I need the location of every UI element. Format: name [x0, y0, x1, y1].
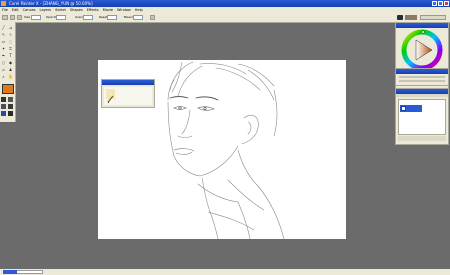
- pattern-selector-icon[interactable]: [8, 97, 13, 102]
- bleed-field[interactable]: [133, 15, 143, 20]
- layer-thumbnail: [401, 106, 406, 111]
- paint-bucket-tool-icon[interactable]: ◆: [8, 60, 13, 65]
- layers-panel-buttons[interactable]: [398, 136, 446, 141]
- brush-preset-icon[interactable]: [2, 15, 8, 20]
- saturation-triangle: [415, 39, 433, 61]
- brush-shape-icon[interactable]: [10, 15, 15, 20]
- layers-panel: [395, 88, 449, 145]
- weave-selector-icon[interactable]: [8, 111, 13, 116]
- opacity-field[interactable]: [56, 15, 66, 20]
- size-field[interactable]: [31, 15, 41, 20]
- brush-tool-icon[interactable]: ╱: [1, 25, 6, 30]
- toolbox: ╱ ⊿ ↖ ⊹ ▭ ◌ ✦ ⌗ ✒ T ○ ◆ ▱ ♟ ⌕ ✋: [0, 22, 16, 122]
- layer-row-selected[interactable]: [400, 105, 422, 112]
- dropper-tool-icon[interactable]: ⊿: [8, 25, 13, 30]
- close-button[interactable]: [444, 1, 449, 6]
- lasso-tool-icon[interactable]: ◌: [8, 39, 13, 44]
- app-icon: [1, 1, 6, 6]
- layer-adjuster-tool-icon[interactable]: ↖: [1, 32, 6, 37]
- rectangle-select-tool-icon[interactable]: ▭: [1, 39, 6, 44]
- gradient-selector-icon[interactable]: [1, 104, 6, 109]
- size-label: Size: [24, 15, 31, 19]
- floating-palette-titlebar[interactable]: [102, 80, 154, 85]
- transform-tool-icon[interactable]: ⊹: [8, 32, 13, 37]
- grain-label: Grain: [75, 15, 84, 19]
- minimize-button[interactable]: [432, 1, 437, 6]
- look-selector-icon[interactable]: [1, 111, 6, 116]
- brush-selector-icon[interactable]: [397, 15, 403, 20]
- zoom-slider-fill: [3, 270, 17, 274]
- shape-tool-icon[interactable]: ○: [1, 60, 6, 65]
- bleed-label: Bleed: [124, 15, 133, 19]
- pencil-icon[interactable]: [106, 89, 115, 104]
- layers-panel-toolbar: [396, 94, 448, 97]
- magnifier-tool-icon[interactable]: ⌕: [1, 74, 6, 79]
- mixer-panel: [395, 68, 449, 86]
- property-bar: Size Opacity Grain Resat Bleed: [0, 13, 450, 23]
- layers-list: [398, 99, 446, 135]
- brush-variant-selector[interactable]: [420, 15, 446, 20]
- crop-tool-icon[interactable]: ⌗: [8, 46, 13, 51]
- rubber-stamp-tool-icon[interactable]: ♟: [8, 67, 13, 72]
- resat-field[interactable]: [107, 15, 117, 20]
- window-title: Corel Painter X - [ZHANG_YUN @ 50.00%]: [9, 1, 93, 6]
- window-controls: [432, 1, 449, 6]
- brush-variant-thumbnail[interactable]: [405, 15, 417, 20]
- pen-tool-icon[interactable]: ✒: [1, 53, 6, 58]
- mixer-slider-1[interactable]: [399, 76, 445, 78]
- maximize-button[interactable]: [438, 1, 443, 6]
- mixer-slider-2[interactable]: [399, 80, 445, 82]
- dab-icon[interactable]: [17, 15, 22, 20]
- magic-wand-tool-icon[interactable]: ✦: [1, 46, 6, 51]
- jitter-icon[interactable]: [150, 15, 155, 20]
- grabber-tool-icon[interactable]: ✋: [8, 74, 13, 79]
- mixer-panel-titlebar[interactable]: [396, 69, 448, 74]
- floating-palette[interactable]: [101, 79, 155, 108]
- text-tool-icon[interactable]: T: [8, 53, 13, 58]
- main-color-swatch[interactable]: [2, 84, 14, 94]
- hue-marker: [421, 30, 425, 34]
- status-bar: [0, 269, 450, 275]
- nozzle-selector-icon[interactable]: [8, 104, 13, 109]
- paper-selector-icon[interactable]: [1, 97, 6, 102]
- floating-palette-body: [104, 87, 152, 105]
- grain-field[interactable]: [83, 15, 93, 20]
- eraser-tool-icon[interactable]: ▱: [1, 67, 6, 72]
- title-bar: Corel Painter X - [ZHANG_YUN @ 50.00%]: [0, 0, 450, 7]
